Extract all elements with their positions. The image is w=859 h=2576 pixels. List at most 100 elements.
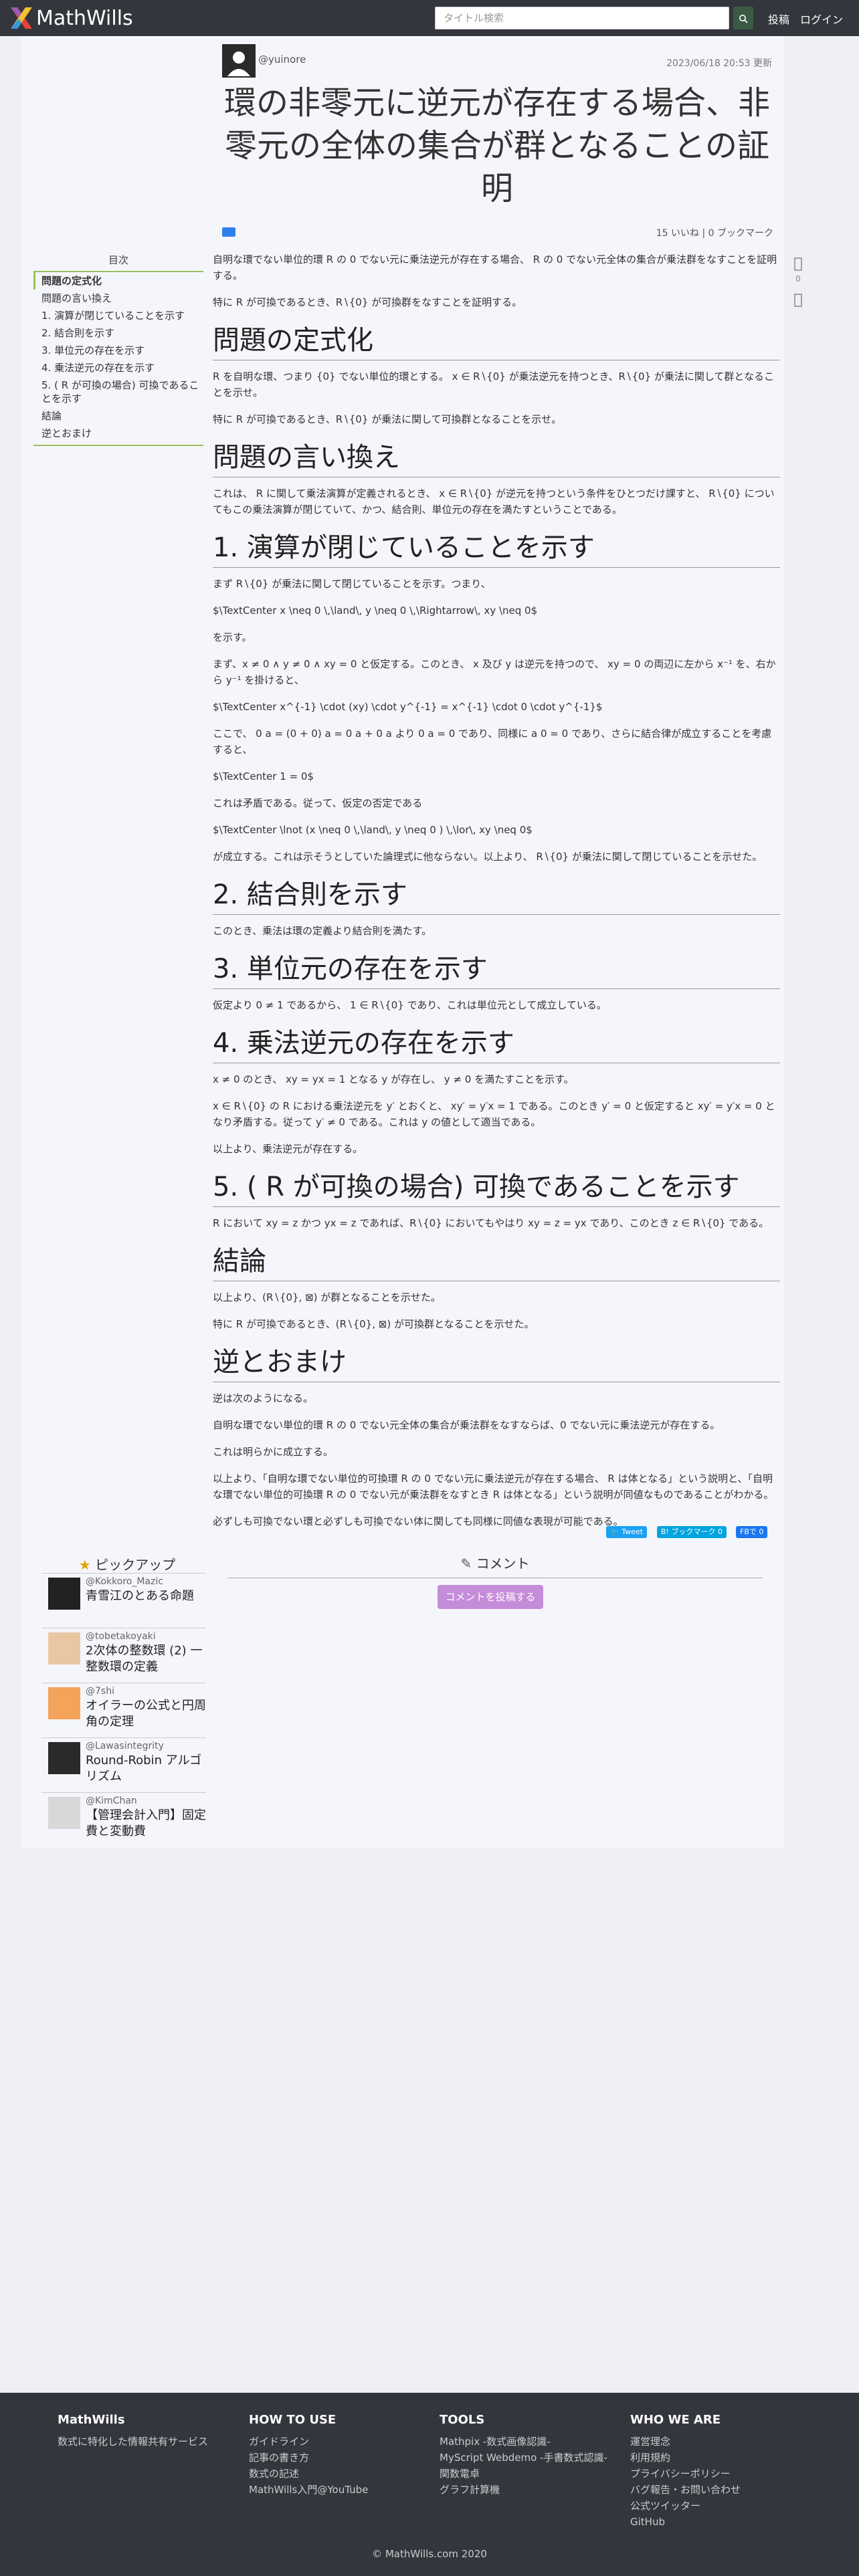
pickup-title-link[interactable]: 青雪江のとある命題 bbox=[86, 1588, 206, 1604]
footer-link[interactable]: 公式ツイッター bbox=[630, 2498, 818, 2514]
paragraph: これは矛盾である。従って、仮定の否定である bbox=[213, 797, 423, 809]
comments-heading: ✎ コメント bbox=[227, 1553, 763, 1578]
tweet-button[interactable]: 🐦 Tweet bbox=[606, 1526, 647, 1538]
section-heading: 2. 結合則を示す bbox=[213, 878, 780, 915]
likes-count[interactable]: 15 いいね bbox=[656, 228, 699, 239]
pickup-author[interactable]: @Kokkoro_Mazic bbox=[86, 1576, 163, 1587]
footer-link[interactable]: ガイドライン bbox=[249, 2434, 436, 2450]
pickup-title-link[interactable]: Round-Robin アルゴリズム bbox=[86, 1753, 206, 1785]
paragraph: ここで、 0 a = (0 + 0) a = 0 a + 0 a より 0 a … bbox=[213, 728, 772, 756]
footer-heading: MathWills bbox=[58, 2413, 125, 2427]
pickup-item[interactable]: @KimChan 【管理会計入門】固定費と変動費 bbox=[41, 1792, 206, 1846]
toc-item[interactable]: 1. 演算が閉じていることを示す bbox=[33, 307, 203, 324]
pickup-title-link[interactable]: 【管理会計入門】固定費と変動費 bbox=[86, 1808, 206, 1840]
toc-item[interactable]: 問題の定式化 bbox=[33, 272, 203, 290]
tag-icon[interactable] bbox=[222, 227, 235, 237]
footer-link[interactable]: 数式に特化した情報共有サービス bbox=[58, 2434, 245, 2450]
bookmark-icon[interactable] bbox=[793, 293, 803, 308]
paragraph: 特に R が可換であるとき、(R∖{0}, ⊠) が可換群となることを示せた。 bbox=[213, 1318, 535, 1330]
comment-icon: ✎ bbox=[460, 1555, 472, 1572]
author-name[interactable]: @yuinore bbox=[258, 53, 306, 66]
pickup-title-link[interactable]: オイラーの公式と円周角の定理 bbox=[86, 1698, 206, 1730]
pickup-avatar[interactable] bbox=[48, 1687, 80, 1719]
article-title: 環の非零元に逆元が存在する場合、非零元の全体の集合が群となることの証明 bbox=[223, 84, 770, 207]
pickup-item[interactable]: @Lawasintegrity Round-Robin アルゴリズム bbox=[41, 1737, 206, 1792]
pickup-avatar[interactable] bbox=[48, 1632, 80, 1665]
footer-heading: WHO WE ARE bbox=[630, 2413, 721, 2427]
toc-item[interactable]: 問題の言い換え bbox=[33, 290, 203, 307]
footer-link[interactable]: バグ報告・お問い合わせ bbox=[630, 2482, 818, 2498]
tweet-label: Tweet bbox=[622, 1527, 643, 1536]
paragraph: $\TextCenter 1 = 0$ bbox=[213, 770, 314, 782]
toc-item[interactable]: 2. 結合則を示す bbox=[33, 324, 203, 342]
footer-link[interactable]: Mathpix -数式画像認識- bbox=[440, 2434, 627, 2450]
footer-link[interactable]: プライバシーポリシー bbox=[630, 2466, 818, 2482]
hatena-count: 0 bbox=[717, 1527, 723, 1536]
search-button[interactable] bbox=[733, 7, 753, 29]
copyright: © MathWills.com 2020 bbox=[372, 2548, 487, 2560]
pickup-avatar[interactable] bbox=[48, 1742, 80, 1774]
footer-link[interactable]: 運営理念 bbox=[630, 2434, 818, 2450]
footer-column: MathWills 数式に特化した情報共有サービス bbox=[58, 2413, 245, 2450]
paragraph: R において xy = z かつ yx = z であれば、R∖{0} においても… bbox=[213, 1217, 769, 1229]
hatena-bookmark-button[interactable]: B! ブックマーク 0 bbox=[657, 1526, 727, 1538]
footer-column: HOW TO USE ガイドライン 記事の書き方 数式の記述 MathWills入門@Y… bbox=[249, 2413, 436, 2498]
paragraph: 自明な環でない単位的環 R の 0 でない元全体の集合が乗法群をなすならば、0 … bbox=[213, 1419, 721, 1431]
post-comment-button[interactable]: コメントを投稿する bbox=[438, 1585, 543, 1609]
search-icon bbox=[739, 14, 748, 23]
pickup-item[interactable]: @7shi オイラーの公式と円周角の定理 bbox=[41, 1683, 206, 1737]
toc-item[interactable]: 5. ( R が可換の場合) 可換であることを示す bbox=[33, 377, 203, 407]
pickup-avatar[interactable] bbox=[48, 1578, 80, 1610]
paragraph: R を自明な環、つまり {0} でない単位的環とする。 x ∈ R∖{0} が乗… bbox=[213, 370, 774, 399]
section-heading: 問題の言い換え bbox=[213, 441, 780, 477]
toc-item[interactable]: 3. 単位元の存在を示す bbox=[33, 342, 203, 359]
paragraph: $\TextCenter x \neq 0 \,\land\, y \neq 0… bbox=[213, 605, 538, 617]
post-link[interactable]: 投稿 bbox=[768, 11, 789, 27]
pickup-item[interactable]: @tobetakoyaki 2次体の整数環 (2) 一整数環の定義 bbox=[41, 1628, 206, 1682]
footer-link[interactable]: 関数電卓 bbox=[440, 2466, 627, 2482]
paragraph: 仮定より 0 ≠ 1 であるから、 1 ∈ R∖{0} であり、これは単位元とし… bbox=[213, 999, 607, 1011]
footer-link[interactable]: MyScript Webdemo -手書数式認識- bbox=[440, 2450, 627, 2466]
pickup-author[interactable]: @KimChan bbox=[86, 1796, 137, 1806]
paragraph: 特に R が可換であるとき、R∖{0} が乗法に関して可換群となることを示せ。 bbox=[213, 413, 562, 425]
footer-link[interactable]: グラフ計算機 bbox=[440, 2482, 627, 2498]
pickup-author[interactable]: @7shi bbox=[86, 1686, 114, 1697]
brand-logo[interactable]: MathWills bbox=[9, 5, 133, 31]
pickup-author[interactable]: @Lawasintegrity bbox=[86, 1741, 164, 1751]
pickup-author[interactable]: @tobetakoyaki bbox=[86, 1631, 156, 1642]
paragraph: これは明らかに成立する。 bbox=[213, 1446, 334, 1458]
section-heading: 問題の定式化 bbox=[213, 324, 780, 360]
author-avatar[interactable] bbox=[222, 44, 256, 78]
comments-title-label: コメント bbox=[476, 1555, 530, 1572]
toc-item[interactable]: 4. 乗法逆元の存在を示す bbox=[33, 359, 203, 377]
paragraph: を示す。 bbox=[213, 631, 252, 643]
facebook-share-button[interactable]: FBで 0 bbox=[736, 1526, 768, 1538]
toc-item[interactable]: 逆とおまけ bbox=[33, 425, 203, 442]
paragraph: $\TextCenter x^{-1} \cdot (xy) \cdot y^{… bbox=[213, 701, 603, 713]
pickup-avatar[interactable] bbox=[48, 1797, 80, 1829]
footer-link[interactable]: GitHub bbox=[630, 2514, 818, 2530]
paragraph: 以上より、「自明な環でない単位的可換環 R の 0 でない元に乗法逆元が存在する… bbox=[213, 1473, 774, 1501]
toc-item[interactable]: 結論 bbox=[33, 407, 203, 425]
paragraph: 自明な環でない単位的環 R の 0 でない元に乗法逆元が存在する場合、 R の … bbox=[213, 253, 777, 282]
bookmark-count[interactable]: 0 ブックマーク bbox=[708, 228, 773, 239]
side-action-bar: 0 bbox=[793, 257, 803, 308]
pickup-title-link[interactable]: 2次体の整数環 (2) 一整数環の定義 bbox=[86, 1643, 206, 1675]
footer-link[interactable]: 記事の書き方 bbox=[249, 2450, 436, 2466]
footer-link[interactable]: 利用規約 bbox=[630, 2450, 818, 2466]
table-of-contents: 目次 問題の定式化 問題の言い換え 1. 演算が閉じていることを示す 2. 結合則を示… bbox=[33, 253, 203, 446]
footer-link[interactable]: MathWills入門@YouTube bbox=[249, 2482, 436, 2498]
like-heart-icon[interactable] bbox=[793, 257, 803, 272]
mathwills-logo-icon bbox=[11, 7, 32, 29]
search-input[interactable]: タイトル検索 bbox=[435, 7, 729, 29]
pickup-item[interactable]: @Kokkoro_Mazic 青雪江のとある命題 bbox=[41, 1573, 206, 1627]
user-silhouette-icon bbox=[227, 51, 250, 76]
article-body: 自明な環でない単位的環 R の 0 でない元に乗法逆元が存在する場合、 R の … bbox=[213, 251, 780, 1540]
paragraph: 以上より、乗法逆元が存在する。 bbox=[213, 1143, 363, 1155]
section-heading: 4. 乗法逆元の存在を示す bbox=[213, 1027, 780, 1063]
footer-link[interactable]: 数式の記述 bbox=[249, 2466, 436, 2482]
section-heading: 1. 演算が閉じていることを示す bbox=[213, 531, 780, 568]
login-link[interactable]: ログイン bbox=[800, 11, 843, 27]
twitter-bird-icon: 🐦 bbox=[610, 1527, 619, 1536]
paragraph: 逆は次のようになる。 bbox=[213, 1392, 314, 1404]
